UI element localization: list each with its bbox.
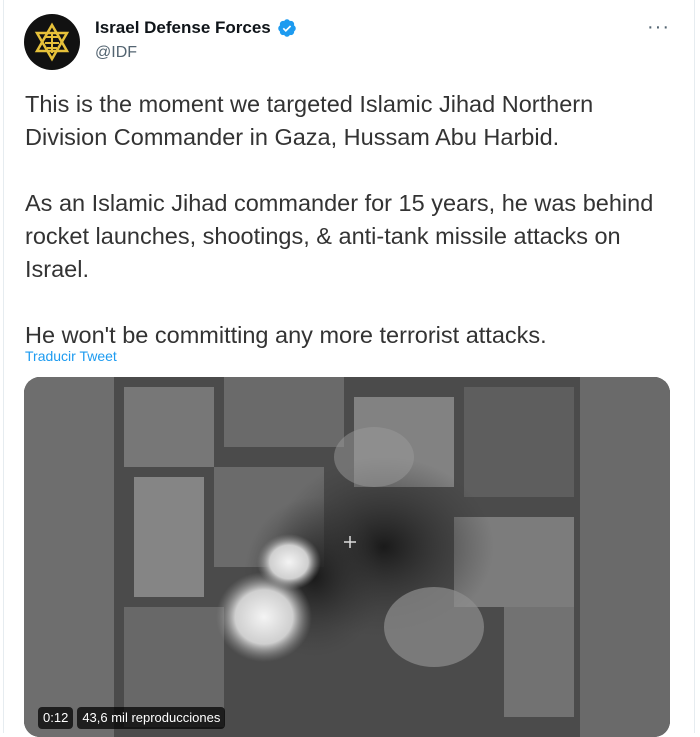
tweet-text: This is the moment we targeted Islamic J… [25,88,675,352]
video-stats-overlay: 0:12 43,6 mil reproducciones [38,707,226,729]
author-name-row: Israel Defense Forces [95,18,297,38]
idf-emblem-icon [34,22,70,62]
author-handle[interactable]: @IDF [95,44,137,62]
video-duration: 0:12 [38,707,74,729]
avatar[interactable] [24,14,80,70]
video-player[interactable]: 0:12 43,6 mil reproducciones [24,377,670,737]
translate-tweet-link[interactable]: Traducir Tweet [25,348,117,364]
tweet-card[interactable]: Israel Defense Forces @IDF ··· This is t… [3,0,695,737]
tweet-paragraph: As an Islamic Jihad commander for 15 yea… [25,190,654,282]
author-display-name[interactable]: Israel Defense Forces [95,18,271,38]
video-frame [24,377,670,737]
tweet-paragraph: This is the moment we targeted Islamic J… [25,91,594,150]
verified-badge-icon [278,19,296,37]
video-view-count: 43,6 mil reproducciones [77,707,226,729]
tweet-paragraph: He won't be committing any more terroris… [25,322,547,348]
more-options-icon[interactable]: ··· [647,16,670,39]
